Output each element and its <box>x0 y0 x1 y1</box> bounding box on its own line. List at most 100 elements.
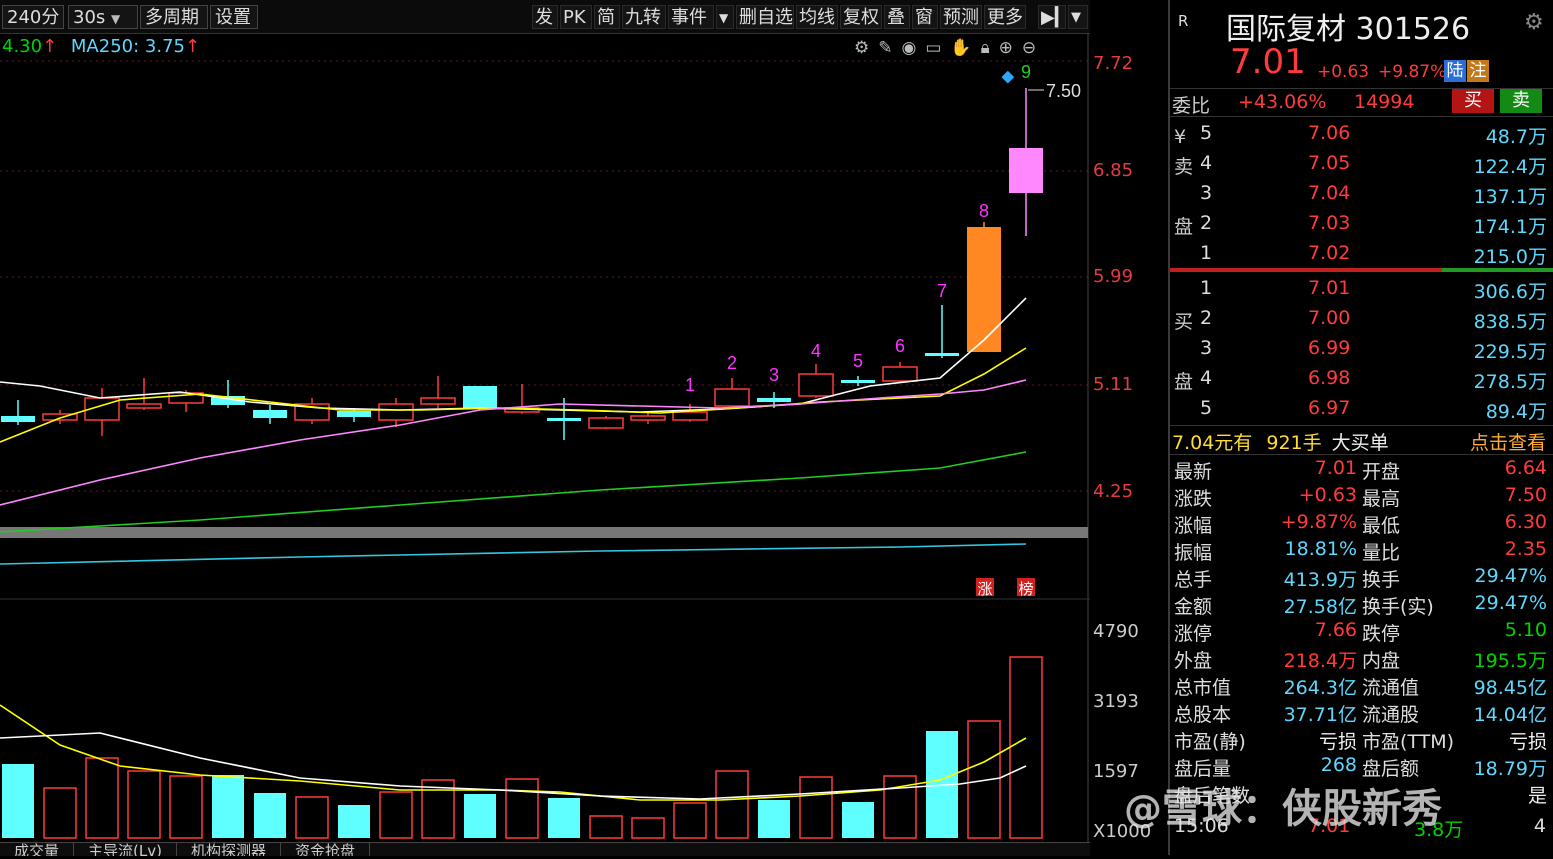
candle-body <box>757 398 791 402</box>
toolbar-button-3[interactable]: 九转 <box>622 5 666 29</box>
candle-body <box>672 411 708 421</box>
bid-row[interactable]: 2 7.00 838.5万 <box>1170 304 1553 334</box>
toolbar-button-9[interactable]: 窗 <box>912 5 938 29</box>
indicator-tab[interactable]: 成交量 <box>0 843 75 856</box>
multi-period-button[interactable]: 多周期 <box>140 5 208 29</box>
watermark: @雪球：侠股新秀 <box>1124 786 1442 832</box>
last-price: 7.01 <box>1230 42 1306 82</box>
price-tick: 5.99 <box>1093 266 1134 287</box>
toolbar-button-4[interactable]: 事件 <box>668 5 714 29</box>
volume-bar <box>295 796 329 839</box>
interval-select[interactable]: 30s ▼ <box>68 5 138 29</box>
stat-row: 涨跌 +0.63 最高 7.50 <box>1174 484 1547 510</box>
trash-icon[interactable]: ▭ <box>925 38 950 58</box>
stock-code: 301526 <box>1355 12 1471 47</box>
ask-row[interactable]: 5 7.06 48.7万 <box>1170 119 1553 149</box>
bid-row[interactable]: 3 6.99 229.5万 <box>1170 334 1553 364</box>
sell-button[interactable]: 卖 <box>1500 89 1542 113</box>
toolbar-button-10[interactable]: 预测 <box>940 5 982 29</box>
settings-button[interactable]: 设置 <box>210 5 258 29</box>
toolbar-button-1[interactable]: PK <box>560 5 592 29</box>
indicator-tab[interactable]: 资金抢盘 <box>281 843 370 856</box>
high-marker-label: 7.50 <box>1046 81 1081 101</box>
chevron-down-icon[interactable]: ▼ <box>1068 5 1088 29</box>
candle-body <box>253 410 287 418</box>
zoom-out-icon[interactable]: ⊖ <box>1022 38 1045 58</box>
ask-row[interactable]: 1 7.02 215.0万 <box>1170 239 1553 269</box>
candle-body <box>547 418 581 421</box>
buy-button[interactable]: 买 <box>1452 89 1494 113</box>
toolbar-button-11[interactable]: 更多 <box>984 5 1026 29</box>
ma5-line <box>0 297 1027 413</box>
candle-body <box>1009 148 1043 193</box>
toolbar-button-6[interactable]: 均线 <box>796 5 838 29</box>
eye-icon[interactable]: ◉ <box>902 38 926 58</box>
indicator-tab[interactable]: 主导流(Lv) <box>74 843 177 856</box>
volume-bar <box>169 775 203 839</box>
chevron-down-icon: ▼ <box>111 12 121 26</box>
volume-bar <box>43 787 77 839</box>
view-link[interactable]: 点击查看 <box>1470 428 1546 455</box>
price-tick: 5.11 <box>1093 374 1134 395</box>
volume-bar <box>589 815 623 839</box>
count-label: 5 <box>853 351 863 371</box>
stat-row: 总手 413.9万 换手 29.47% <box>1174 565 1547 591</box>
toolbar-button-2[interactable]: 简 <box>594 5 620 29</box>
toolbar-button-7[interactable]: 复权 <box>840 5 882 29</box>
indicator-tab[interactable]: 机构探测器 <box>177 843 281 856</box>
zhu-tag: 注 <box>1467 60 1489 82</box>
count-label: 1 <box>685 375 695 395</box>
candle-body <box>798 373 834 397</box>
toolbar-button-5[interactable]: 删自选 <box>736 5 794 29</box>
chevron-down-icon[interactable]: ▼ <box>716 5 734 29</box>
count-label: 4 <box>811 341 821 361</box>
stat-row: 总市值 264.3亿 流通值 98.45亿 <box>1174 677 1547 699</box>
price-change-pct: +9.87% <box>1378 62 1447 82</box>
stat-row: 涨停 7.66 跌停 5.10 <box>1174 619 1547 645</box>
candle-body <box>630 415 666 421</box>
chart-toolbar: 240分 30s ▼ 多周期 设置 发 PK 简九转 事件 ▼ 删自选 均线 复权叠窗预测 更多… <box>0 0 1090 34</box>
diamond-marker <box>1001 70 1015 84</box>
volume-bar <box>464 794 496 838</box>
stat-row: 最新 7.01 开盘 6.64 <box>1174 457 1547 483</box>
weibi-label: 委比 <box>1172 95 1211 117</box>
candle-body <box>925 353 959 356</box>
candle-body <box>588 417 624 429</box>
ask-row[interactable]: 2 7.03 174.1万 <box>1170 209 1553 239</box>
ask-row[interactable]: 3 7.04 137.1万 <box>1170 179 1553 209</box>
hand-icon[interactable]: ✋ <box>950 38 980 58</box>
candle-body <box>882 366 918 382</box>
gear-icon[interactable]: ⚙ <box>854 38 878 58</box>
zoom-in-icon[interactable]: ⊕ <box>999 38 1022 58</box>
bid-row[interactable]: 5 6.97 89.4万 <box>1170 394 1553 424</box>
indicator-value: 4.30 <box>2 36 43 57</box>
badge-label: 榜 <box>1018 580 1033 598</box>
stat-row: 市盈(静) 亏损 市盈(TTM) 亏损 <box>1174 731 1547 753</box>
toolbar-button-8[interactable]: 叠 <box>884 5 910 29</box>
candle-body <box>378 403 414 421</box>
kline-svg[interactable]: 7.50 1 2 3 4 5 6 7 8 9 涨 榜 <box>0 33 1090 855</box>
stock-marker: R <box>1178 12 1189 30</box>
count-label: 2 <box>727 353 737 373</box>
bid-row[interactable]: 1 7.01 306.6万 <box>1170 274 1553 304</box>
volume-bar <box>715 770 749 839</box>
bid-ratio-bar <box>1170 268 1442 272</box>
pen-icon[interactable]: ✎ <box>878 38 901 58</box>
toolbar-button-0[interactable]: 发 <box>532 5 558 29</box>
gear-icon[interactable]: ⚙ <box>1524 10 1544 35</box>
candle-body <box>1 416 35 422</box>
candle-body <box>337 411 371 417</box>
collapse-panel-icon[interactable]: ▶▎ <box>1038 5 1069 29</box>
period-select[interactable]: 240分 <box>2 5 64 29</box>
bid-row[interactable]: 4 6.98 278.5万 <box>1170 364 1553 394</box>
volume-bar <box>799 776 833 839</box>
lock-icon[interactable]: 🔒︎ <box>981 38 999 58</box>
volume-bar <box>2 764 34 838</box>
ask-ratio-bar <box>1442 268 1553 272</box>
big-order-row[interactable]: 7.04元有 921手 大买单 点击查看 <box>1172 428 1552 455</box>
snowball-logo-icon: @ <box>1124 787 1162 831</box>
ask-row[interactable]: 4 7.05 122.4万 <box>1170 149 1553 179</box>
kline-chart[interactable]: 7.50 1 2 3 4 5 6 7 8 9 涨 榜 <box>0 33 1090 855</box>
price-tick: 7.72 <box>1093 53 1134 74</box>
volume-bar <box>673 802 707 839</box>
